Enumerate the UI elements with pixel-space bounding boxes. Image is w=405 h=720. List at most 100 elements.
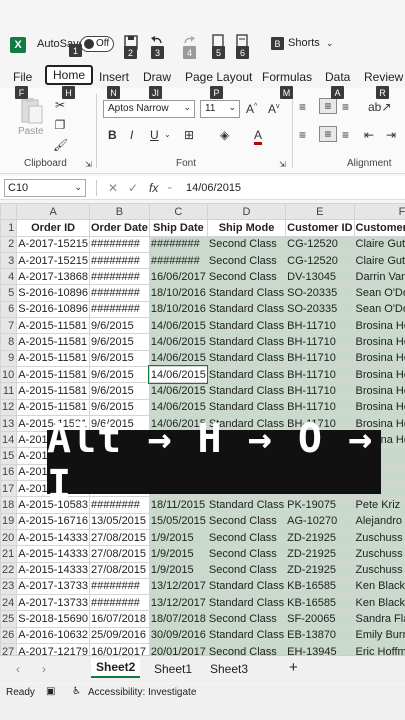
row-header[interactable]: 8 [0, 333, 18, 351]
column-header[interactable]: D [206, 203, 287, 221]
fill-color-icon[interactable]: ◈ [220, 128, 229, 142]
cell[interactable]: 25/09/2016 [88, 626, 150, 645]
cell[interactable]: BH-11710 [285, 333, 355, 351]
cell[interactable]: Ken Black [353, 577, 405, 596]
cell[interactable]: S-2016-10896 [16, 300, 90, 319]
cell[interactable]: ZD-21925 [285, 561, 355, 579]
cell[interactable]: KB-16585 [285, 594, 355, 612]
cell[interactable]: Alejandro Grove [353, 512, 405, 530]
cell[interactable]: Brosina Hoffman [353, 398, 405, 416]
row-header[interactable]: 10 [0, 365, 18, 384]
cell[interactable]: 13/12/2017 [148, 594, 208, 612]
cell[interactable]: A-2017-13733 [16, 594, 90, 612]
row-header[interactable]: 19 [0, 512, 18, 530]
copy-icon[interactable]: ❐ [53, 118, 67, 132]
cell[interactable]: ######## [148, 251, 208, 270]
row-header[interactable]: 22 [0, 561, 18, 579]
cell[interactable]: A-2015-11581 [16, 333, 90, 351]
cell[interactable]: 20/01/2017 [148, 643, 208, 655]
cell[interactable]: Zuschuss Donatelli [353, 561, 405, 579]
cell[interactable]: Brosina Hoffman [353, 365, 405, 384]
decrease-font-icon[interactable]: Av [268, 100, 280, 116]
cell[interactable]: A-2015-14333 [16, 545, 90, 563]
chevron-down-icon[interactable]: ⌄ [164, 128, 171, 142]
cell[interactable]: 14/06/2015 [148, 333, 208, 351]
row-header[interactable]: 24 [0, 594, 18, 612]
cell[interactable]: BH-11710 [285, 398, 355, 416]
header-cell[interactable]: Ship Date [148, 219, 208, 237]
row-header[interactable]: 21 [0, 545, 18, 563]
row-header[interactable]: 3 [0, 251, 18, 270]
cell[interactable]: 9/6/2015 [88, 333, 150, 351]
cell[interactable]: 18/10/2016 [148, 284, 208, 302]
row-header[interactable]: 14 [0, 431, 18, 449]
enter-icon[interactable]: ✓ [128, 181, 138, 195]
font-name-combo[interactable]: Aptos Narrow ⌄ [103, 100, 195, 118]
header-cell[interactable]: Order ID [16, 219, 90, 237]
chevron-down-icon[interactable]: ⌄ [166, 181, 174, 192]
row-header[interactable]: 5 [0, 284, 18, 302]
cell[interactable]: Standard Class [206, 626, 287, 645]
cell[interactable]: A-2015-11581 [16, 365, 90, 384]
font-launcher-icon[interactable]: ⇲ [279, 158, 286, 172]
cell[interactable]: 15/05/2015 [148, 512, 208, 530]
column-header[interactable]: E [285, 203, 355, 221]
row-header[interactable]: 4 [0, 268, 18, 286]
align-center-icon[interactable]: ≡ [319, 126, 337, 142]
row-header[interactable]: 6 [0, 300, 18, 319]
cell[interactable]: Brosina Hoffman [353, 382, 405, 400]
borders-icon[interactable]: ⊞ [184, 128, 194, 142]
cell[interactable]: Standard Class [206, 577, 287, 596]
cell[interactable]: SF-20065 [285, 610, 355, 628]
row-header[interactable]: 20 [0, 528, 18, 547]
cell[interactable]: BH-11710 [285, 349, 355, 367]
cell[interactable]: 9/6/2015 [88, 382, 150, 400]
cell[interactable]: Sean O'Donnell [353, 300, 405, 319]
align-bottom-icon[interactable]: ≡ [342, 100, 349, 114]
cell[interactable]: Second Class [206, 512, 287, 530]
orientation-icon[interactable]: ab↗ [368, 100, 391, 114]
paste-icon[interactable] [20, 96, 44, 126]
row-header[interactable]: 27 [0, 643, 18, 655]
cell[interactable]: ######## [88, 284, 150, 302]
tab-page-layout[interactable]: Page Layout [185, 70, 252, 84]
sheet-tab-sheet1[interactable]: Sheet1 [154, 662, 192, 676]
cell[interactable]: 14/06/2015 [148, 317, 208, 335]
italic-button[interactable]: I [130, 128, 133, 142]
header-cell[interactable]: Customer ID [285, 219, 355, 237]
cell[interactable]: Second Class [206, 610, 287, 628]
cell[interactable]: Second Class [206, 643, 287, 655]
cell[interactable]: 16/07/2018 [88, 610, 150, 628]
cell[interactable]: 1/9/2015 [148, 561, 208, 579]
cell[interactable]: 1/9/2015 [148, 545, 208, 563]
cell[interactable]: ######## [88, 251, 150, 270]
cell[interactable]: Standard Class [206, 333, 287, 351]
name-box[interactable]: C10 ⌄ [4, 179, 86, 197]
row-header[interactable]: 15 [0, 447, 18, 465]
column-header[interactable]: F [353, 203, 405, 221]
prev-sheet-icon[interactable]: ‹ [16, 662, 20, 676]
tab-formulas[interactable]: Formulas [262, 70, 312, 84]
cell[interactable]: A-2015-11581 [16, 398, 90, 416]
cell[interactable]: Standard Class [206, 317, 287, 335]
cell[interactable]: A-2017-15215 [16, 251, 90, 270]
cell[interactable]: 18/10/2016 [148, 300, 208, 319]
column-header[interactable]: B [88, 203, 150, 221]
cell[interactable]: Eric Hoffmann [353, 643, 405, 655]
cell[interactable]: ######## [88, 300, 150, 319]
cell[interactable]: Second Class [206, 561, 287, 579]
cell[interactable]: 16/06/2017 [148, 268, 208, 286]
cell[interactable]: Second Class [206, 268, 287, 286]
tab-file[interactable]: File [13, 70, 32, 84]
cell[interactable]: Second Class [206, 251, 287, 270]
row-header[interactable]: 17 [0, 480, 18, 498]
cell[interactable]: 27/08/2015 [88, 528, 150, 547]
cell[interactable]: Claire Gute [353, 235, 405, 253]
cell[interactable]: Standard Class [206, 594, 287, 612]
cell[interactable]: S-2018-15690 [16, 610, 90, 628]
cell[interactable]: ######## [88, 577, 150, 596]
cut-icon[interactable]: ✂ [53, 98, 67, 112]
cell[interactable]: ######## [148, 235, 208, 253]
cell[interactable]: 13/12/2017 [148, 577, 208, 596]
clipboard-launcher-icon[interactable]: ⇲ [85, 158, 92, 172]
